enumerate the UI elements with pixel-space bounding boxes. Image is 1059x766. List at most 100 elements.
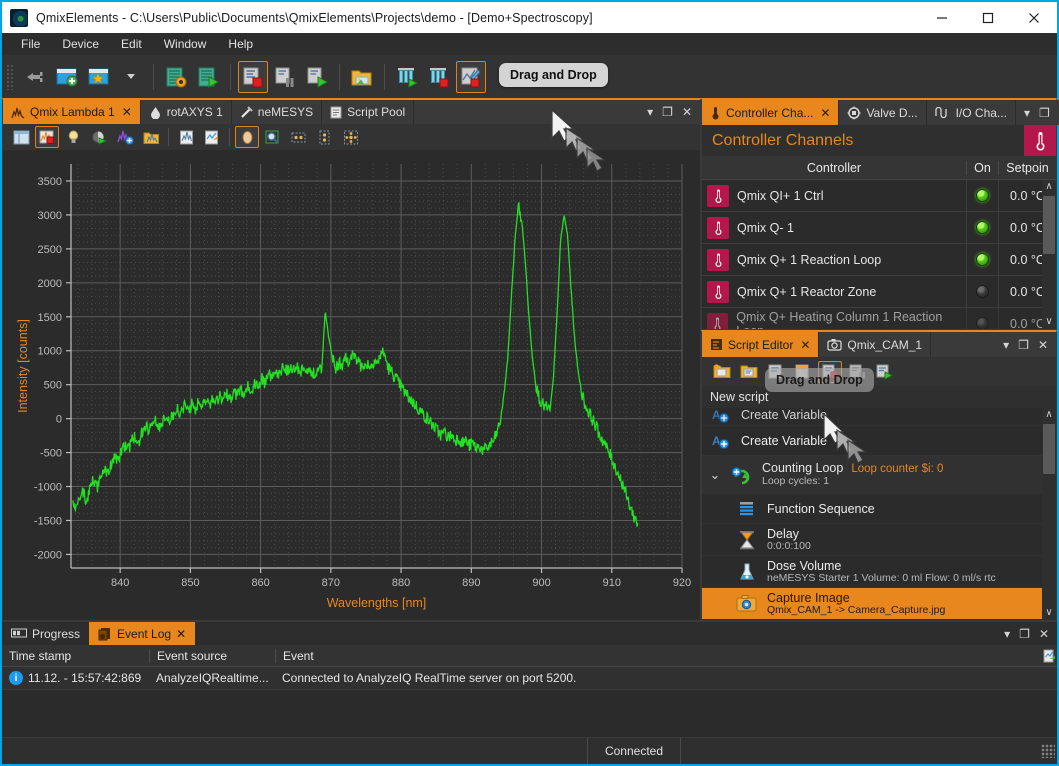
table-row[interactable]: Qmix Q- 1 0.0 °C: [702, 212, 1056, 244]
zoom-fit-icon[interactable]: [339, 126, 363, 148]
tab-io-channels[interactable]: I/O Cha...: [926, 100, 1016, 125]
scroll-up-icon[interactable]: ∧: [1042, 408, 1056, 422]
panel-menu-caret-icon[interactable]: ▾: [1004, 627, 1010, 641]
favorite-window-icon[interactable]: [84, 61, 114, 93]
controller-vertical-scrollbar[interactable]: ∧ ∨: [1042, 180, 1056, 329]
log-pause-icon[interactable]: [270, 61, 300, 93]
cursor-marker-icon[interactable]: [235, 126, 259, 149]
tab-close-icon[interactable]: ✕: [820, 106, 830, 120]
column-controller[interactable]: Controller: [702, 161, 966, 175]
menu-item-edit[interactable]: Edit: [110, 35, 153, 53]
tab-controller-channels[interactable]: Controller Cha... ✕: [702, 100, 840, 125]
calibration-stop-icon[interactable]: [456, 60, 486, 93]
log-stop-icon[interactable]: [238, 60, 268, 93]
tab-script-editor[interactable]: Script Editor ✕: [702, 332, 820, 357]
table-row[interactable]: Qmix Q+ Heating Column 1 Reaction Loop 0…: [702, 308, 1056, 329]
panel-menu-caret-icon[interactable]: ▾: [1024, 106, 1030, 120]
log-start-icon[interactable]: [302, 61, 332, 93]
dark-reference-run-icon[interactable]: [87, 126, 111, 148]
table-row[interactable]: Qmix QI+ 1 Ctrl 0.0 °C: [702, 180, 1056, 212]
menu-item-help[interactable]: Help: [217, 35, 264, 53]
menu-item-file[interactable]: File: [10, 35, 51, 53]
panel-restore-icon[interactable]: ❐: [1018, 338, 1029, 352]
list-item[interactable]: Dose Volume neMESYS Starter 1 Volume: 0 …: [702, 556, 1056, 588]
export-log-icon[interactable]: [1035, 649, 1057, 663]
column-on[interactable]: On: [966, 160, 998, 175]
tab-valve-dashboard[interactable]: Valve D...: [839, 100, 927, 125]
tab-close-icon[interactable]: ✕: [176, 627, 186, 641]
lamp-icon[interactable]: [61, 126, 85, 148]
panel-menu-caret-icon[interactable]: ▾: [647, 105, 653, 119]
column-timestamp[interactable]: Time stamp: [2, 649, 149, 663]
list-item[interactable]: Capture Image Qmix_CAM_1 -> Camera_Captu…: [702, 588, 1042, 620]
list-item[interactable]: Function Sequence: [702, 494, 1056, 524]
maximize-button[interactable]: [965, 2, 1011, 33]
scroll-up-icon[interactable]: ∧: [1042, 180, 1056, 194]
tab-qmix-lambda-1[interactable]: Qmix Lambda 1 ✕: [3, 100, 141, 125]
panel-close-icon[interactable]: ✕: [682, 105, 692, 119]
scroll-down-icon[interactable]: ∨: [1042, 606, 1056, 620]
new-script-icon[interactable]: [710, 361, 734, 383]
rack-stop-icon[interactable]: [424, 61, 454, 93]
table-row[interactable]: Qmix Q+ 1 Reaction Loop 0.0 °C: [702, 244, 1056, 276]
open-script-icon[interactable]: [737, 361, 761, 383]
zoom-icon[interactable]: [261, 126, 285, 148]
close-button[interactable]: [1011, 2, 1057, 33]
open-spectrum-folder-icon[interactable]: [139, 126, 163, 148]
add-peak-icon[interactable]: [113, 126, 137, 148]
expander-chevron-icon[interactable]: ⌄: [708, 467, 722, 483]
list-item[interactable]: Delay 0:0:0:100: [702, 524, 1056, 556]
script-run-icon[interactable]: [193, 61, 223, 93]
column-event[interactable]: Event: [275, 648, 1035, 663]
tab-close-icon[interactable]: ✕: [800, 338, 810, 352]
scrollbar-thumb[interactable]: [1043, 196, 1055, 254]
tab-progress[interactable]: Progress: [2, 622, 89, 645]
list-item[interactable]: A Create Variable: [702, 408, 1056, 426]
export-spectrum-icon[interactable]: [200, 126, 224, 148]
controller-rows[interactable]: Qmix QI+ 1 Ctrl 0.0 °C Qmix Q- 1 0.0 °C: [702, 180, 1056, 329]
zoom-horizontal-icon[interactable]: [287, 126, 311, 148]
add-window-icon[interactable]: [52, 61, 82, 93]
tab-script-pool[interactable]: Script Pool: [322, 100, 415, 125]
menu-item-window[interactable]: Window: [153, 35, 218, 53]
table-row[interactable]: i 11.12. - 15:57:42:869 AnalyzeIQRealtim…: [2, 667, 1057, 690]
scrollbar-thumb[interactable]: [1043, 424, 1055, 474]
toolbar-grip[interactable]: [6, 63, 14, 90]
panel-restore-icon[interactable]: ❐: [1039, 106, 1050, 120]
minimize-button[interactable]: [919, 2, 965, 33]
tab-close-icon[interactable]: ✕: [122, 105, 132, 119]
resize-grip-icon[interactable]: [1041, 744, 1055, 758]
column-setpoint[interactable]: Setpoin: [998, 160, 1056, 175]
on-cell[interactable]: [966, 180, 998, 211]
rack-start-icon[interactable]: [392, 61, 422, 93]
list-item[interactable]: A Create Variable: [702, 426, 1056, 456]
tab-rotaxys-1[interactable]: rotAXYS 1: [140, 100, 232, 125]
panel-menu-caret-icon[interactable]: ▾: [1003, 338, 1009, 352]
save-spectrum-icon[interactable]: [174, 126, 198, 148]
panel-restore-icon[interactable]: ❐: [1019, 627, 1030, 641]
zoom-vertical-icon[interactable]: [313, 126, 337, 148]
on-cell[interactable]: [966, 308, 998, 329]
panel-close-icon[interactable]: ✕: [1038, 338, 1048, 352]
list-item[interactable]: ⌄ Counting Loop Loop counter $i: 0 Loop …: [702, 456, 1056, 494]
table-row[interactable]: Qmix Q+ 1 Reactor Zone 0.0 °C: [702, 276, 1056, 308]
toolbar-dropdown-caret[interactable]: [116, 61, 146, 93]
scroll-down-icon[interactable]: ∨: [1042, 315, 1056, 329]
script-vertical-scrollbar[interactable]: ∧ ∨: [1042, 408, 1056, 620]
tab-nemesys[interactable]: neMESYS: [231, 100, 323, 125]
table-view-icon[interactable]: [9, 126, 33, 148]
script-item-list[interactable]: A Create Variable A Create Variable ⌄ Co…: [702, 408, 1056, 620]
tab-qmix-cam-1[interactable]: Qmix_CAM_1: [819, 332, 932, 357]
open-image-folder-icon[interactable]: [347, 61, 377, 93]
column-event-source[interactable]: Event source: [149, 648, 275, 663]
spectrum-chart[interactable]: 3500 3000 2500 2000 1500 1000 500 0 -500 -1000 -15…: [3, 150, 700, 620]
panel-close-icon[interactable]: ✕: [1039, 627, 1049, 641]
disconnect-plug-icon[interactable]: [20, 61, 50, 93]
on-cell[interactable]: [966, 212, 998, 243]
on-cell[interactable]: [966, 244, 998, 275]
spectrum-stop-icon[interactable]: [35, 126, 59, 149]
script-settings-icon[interactable]: [161, 61, 191, 93]
tab-event-log[interactable]: Event Log ✕: [89, 622, 196, 645]
run-script-icon[interactable]: [872, 361, 896, 383]
on-cell[interactable]: [966, 276, 998, 307]
